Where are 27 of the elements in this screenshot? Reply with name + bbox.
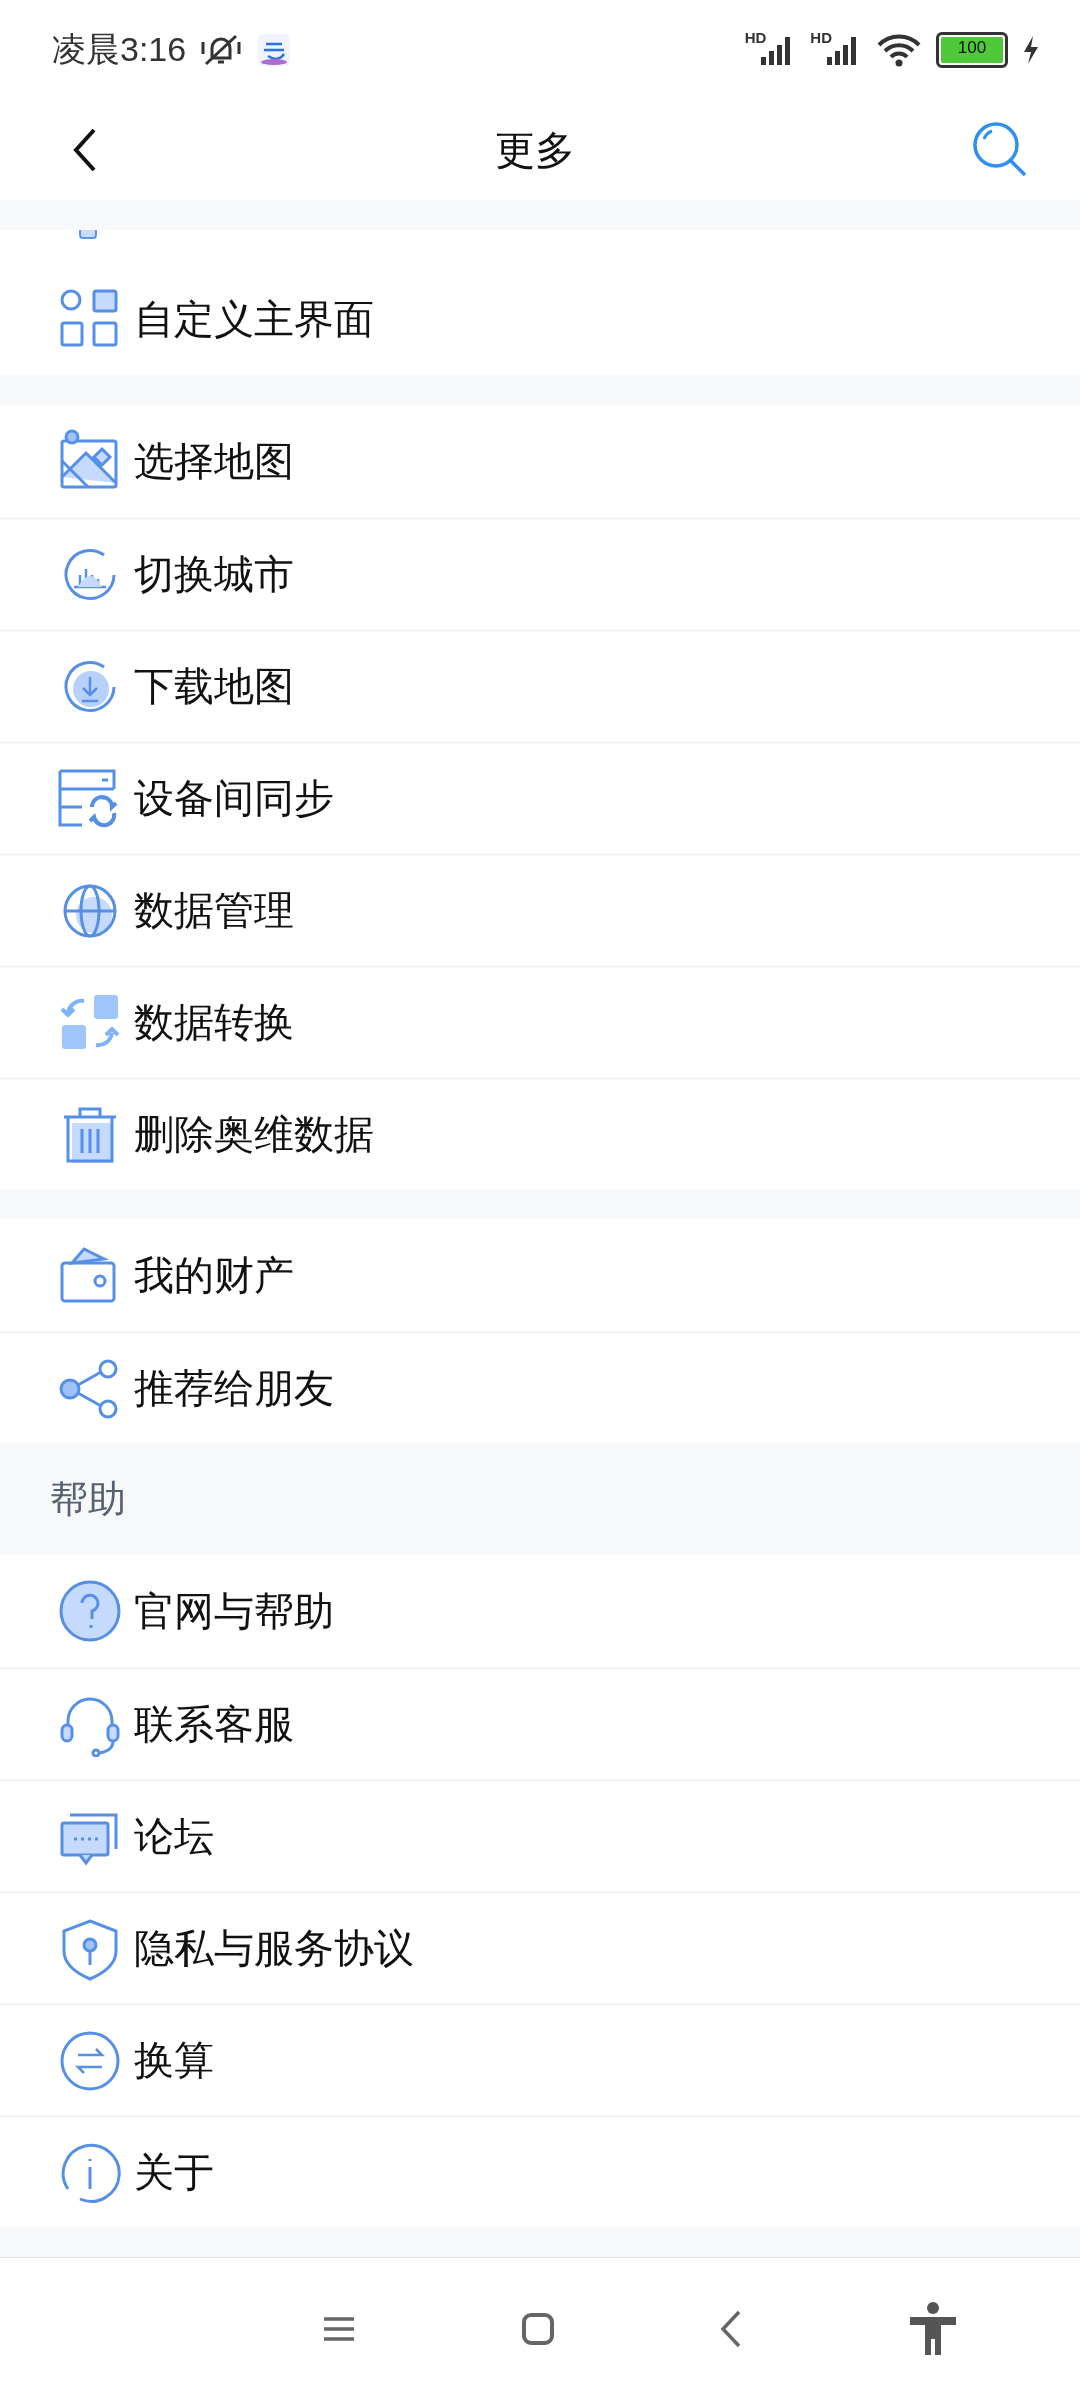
menu-button[interactable] [322, 2314, 357, 2344]
menu-item[interactable]: 我的财产 [0, 1219, 1080, 1331]
menu-item[interactable]: 选择地图 [0, 405, 1080, 517]
menu-item[interactable]: 数据管理 [0, 853, 1080, 965]
status-time: 凌晨3:16 [52, 29, 187, 70]
menu-item[interactable]: 数据转换 [0, 965, 1080, 1077]
wifi-icon [876, 33, 922, 67]
home-button[interactable] [520, 2312, 555, 2346]
menu-item[interactable]: 换算 [0, 2003, 1080, 2115]
menu-item[interactable]: 下载地图 [0, 629, 1080, 741]
page-title: 更多 [495, 126, 575, 174]
battery-level: 100 [941, 37, 1003, 63]
menu-item[interactable]: 切换城市 [0, 517, 1080, 629]
menu-item[interactable]: 隐私与服务协议 [0, 1891, 1080, 2003]
menu-item[interactable]: 联系客服 [0, 1667, 1080, 1779]
mute-icon [200, 32, 243, 68]
app-icon [256, 32, 293, 68]
section-header: 帮助 [0, 1443, 1080, 1555]
menu-item[interactable]: 设备间同步 [0, 741, 1080, 853]
network-label: HD [810, 29, 832, 46]
network-label: HD [744, 29, 767, 46]
menu-item[interactable]: 论坛 [0, 1779, 1080, 1891]
menu-item[interactable]: 自定义主界面 [0, 263, 1080, 375]
menu-item[interactable]: 官网与帮助 [0, 1555, 1080, 1667]
charging-icon [1022, 35, 1040, 65]
accessibility-button[interactable] [907, 2301, 958, 2357]
help-icon [58, 1579, 122, 1643]
